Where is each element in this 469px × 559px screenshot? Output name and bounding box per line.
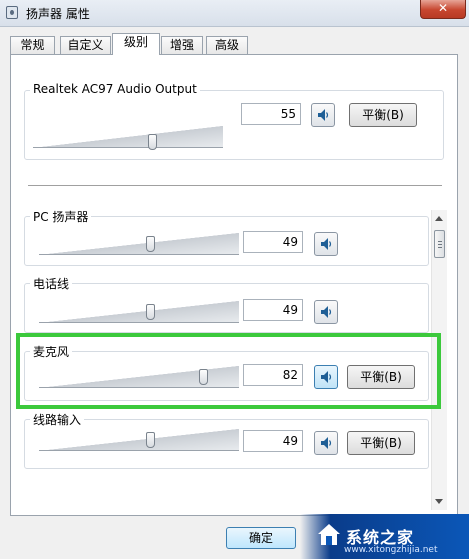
channel-group-pc-speaker: PC 扬声器 49 <box>24 208 429 266</box>
speaker-icon <box>321 238 332 250</box>
master-balance-button[interactable]: 平衡(B) <box>349 103 417 127</box>
channel-volume-thumb[interactable] <box>146 236 155 252</box>
channel-volume-value[interactable]: 49 <box>243 430 303 452</box>
tab-custom[interactable]: 自定义 <box>60 36 111 54</box>
channel-volume-slider[interactable] <box>39 429 239 451</box>
channel-volume-thumb[interactable] <box>199 369 208 385</box>
channel-list-scrollbar[interactable] <box>431 210 447 510</box>
speaker-icon <box>321 437 332 449</box>
tab-levels[interactable]: 级别 <box>112 33 160 55</box>
scrollbar-thumb[interactable] <box>434 230 445 258</box>
tab-advanced[interactable]: 高级 <box>206 36 248 54</box>
channel-volume-slider[interactable] <box>39 301 239 323</box>
speaker-icon <box>321 306 332 318</box>
channel-volume-slider[interactable] <box>39 233 239 255</box>
master-output-group: Realtek AC97 Audio Output 55 平衡(B) <box>24 82 444 160</box>
levels-panel: Realtek AC97 Audio Output 55 平衡(B) PC 扬声… <box>10 54 458 516</box>
window-title: 扬声器 属性 <box>26 7 90 21</box>
master-output-label: Realtek AC97 Audio Output <box>30 82 200 96</box>
channel-label: 线路输入 <box>30 411 85 428</box>
master-volume-slider[interactable] <box>33 126 223 150</box>
ok-button[interactable]: 确定 <box>226 527 296 549</box>
divider <box>28 185 442 186</box>
channel-label: PC 扬声器 <box>30 208 92 225</box>
channel-volume-value[interactable]: 82 <box>243 364 303 386</box>
channel-group-line-in: 线路输入 49 平衡(B) <box>24 411 429 469</box>
scroll-down-arrow-icon[interactable] <box>435 499 443 504</box>
channel-label: 电话线 <box>30 275 73 292</box>
channel-mute-button[interactable] <box>314 365 338 389</box>
master-mute-button[interactable] <box>311 103 335 127</box>
channel-balance-button[interactable]: 平衡(B) <box>347 431 415 455</box>
speaker-properties-icon <box>6 6 18 19</box>
channel-volume-value[interactable]: 49 <box>243 231 303 253</box>
watermark-url: www.xitongzhijia.net <box>344 545 438 555</box>
close-button[interactable]: ✕ <box>420 0 466 19</box>
channel-volume-slider[interactable] <box>39 366 239 388</box>
scroll-up-arrow-icon[interactable] <box>435 216 443 221</box>
title-bar: 扬声器 属性 ✕ <box>0 0 469 27</box>
channel-volume-thumb[interactable] <box>146 304 155 320</box>
channel-label: 麦克风 <box>30 343 73 360</box>
channel-balance-button[interactable]: 平衡(B) <box>347 365 415 389</box>
channel-volume-thumb[interactable] <box>146 432 155 448</box>
house-logo-icon <box>318 524 340 545</box>
channel-mute-button[interactable] <box>314 300 338 324</box>
tab-enhancements[interactable]: 增强 <box>161 36 203 54</box>
watermark: 系统之家 www.xitongzhijia.net <box>300 514 469 559</box>
master-volume-thumb[interactable] <box>148 134 157 150</box>
speaker-icon <box>321 371 332 383</box>
master-volume-value[interactable]: 55 <box>241 103 301 125</box>
channel-group-microphone: 麦克风 82 平衡(B) <box>24 343 429 401</box>
channel-group-phone-line: 电话线 49 <box>24 275 429 333</box>
speaker-icon <box>318 109 329 121</box>
channel-mute-button[interactable] <box>314 431 338 455</box>
channel-volume-value[interactable]: 49 <box>243 299 303 321</box>
channel-mute-button[interactable] <box>314 232 338 256</box>
tab-general[interactable]: 常规 <box>10 36 55 54</box>
